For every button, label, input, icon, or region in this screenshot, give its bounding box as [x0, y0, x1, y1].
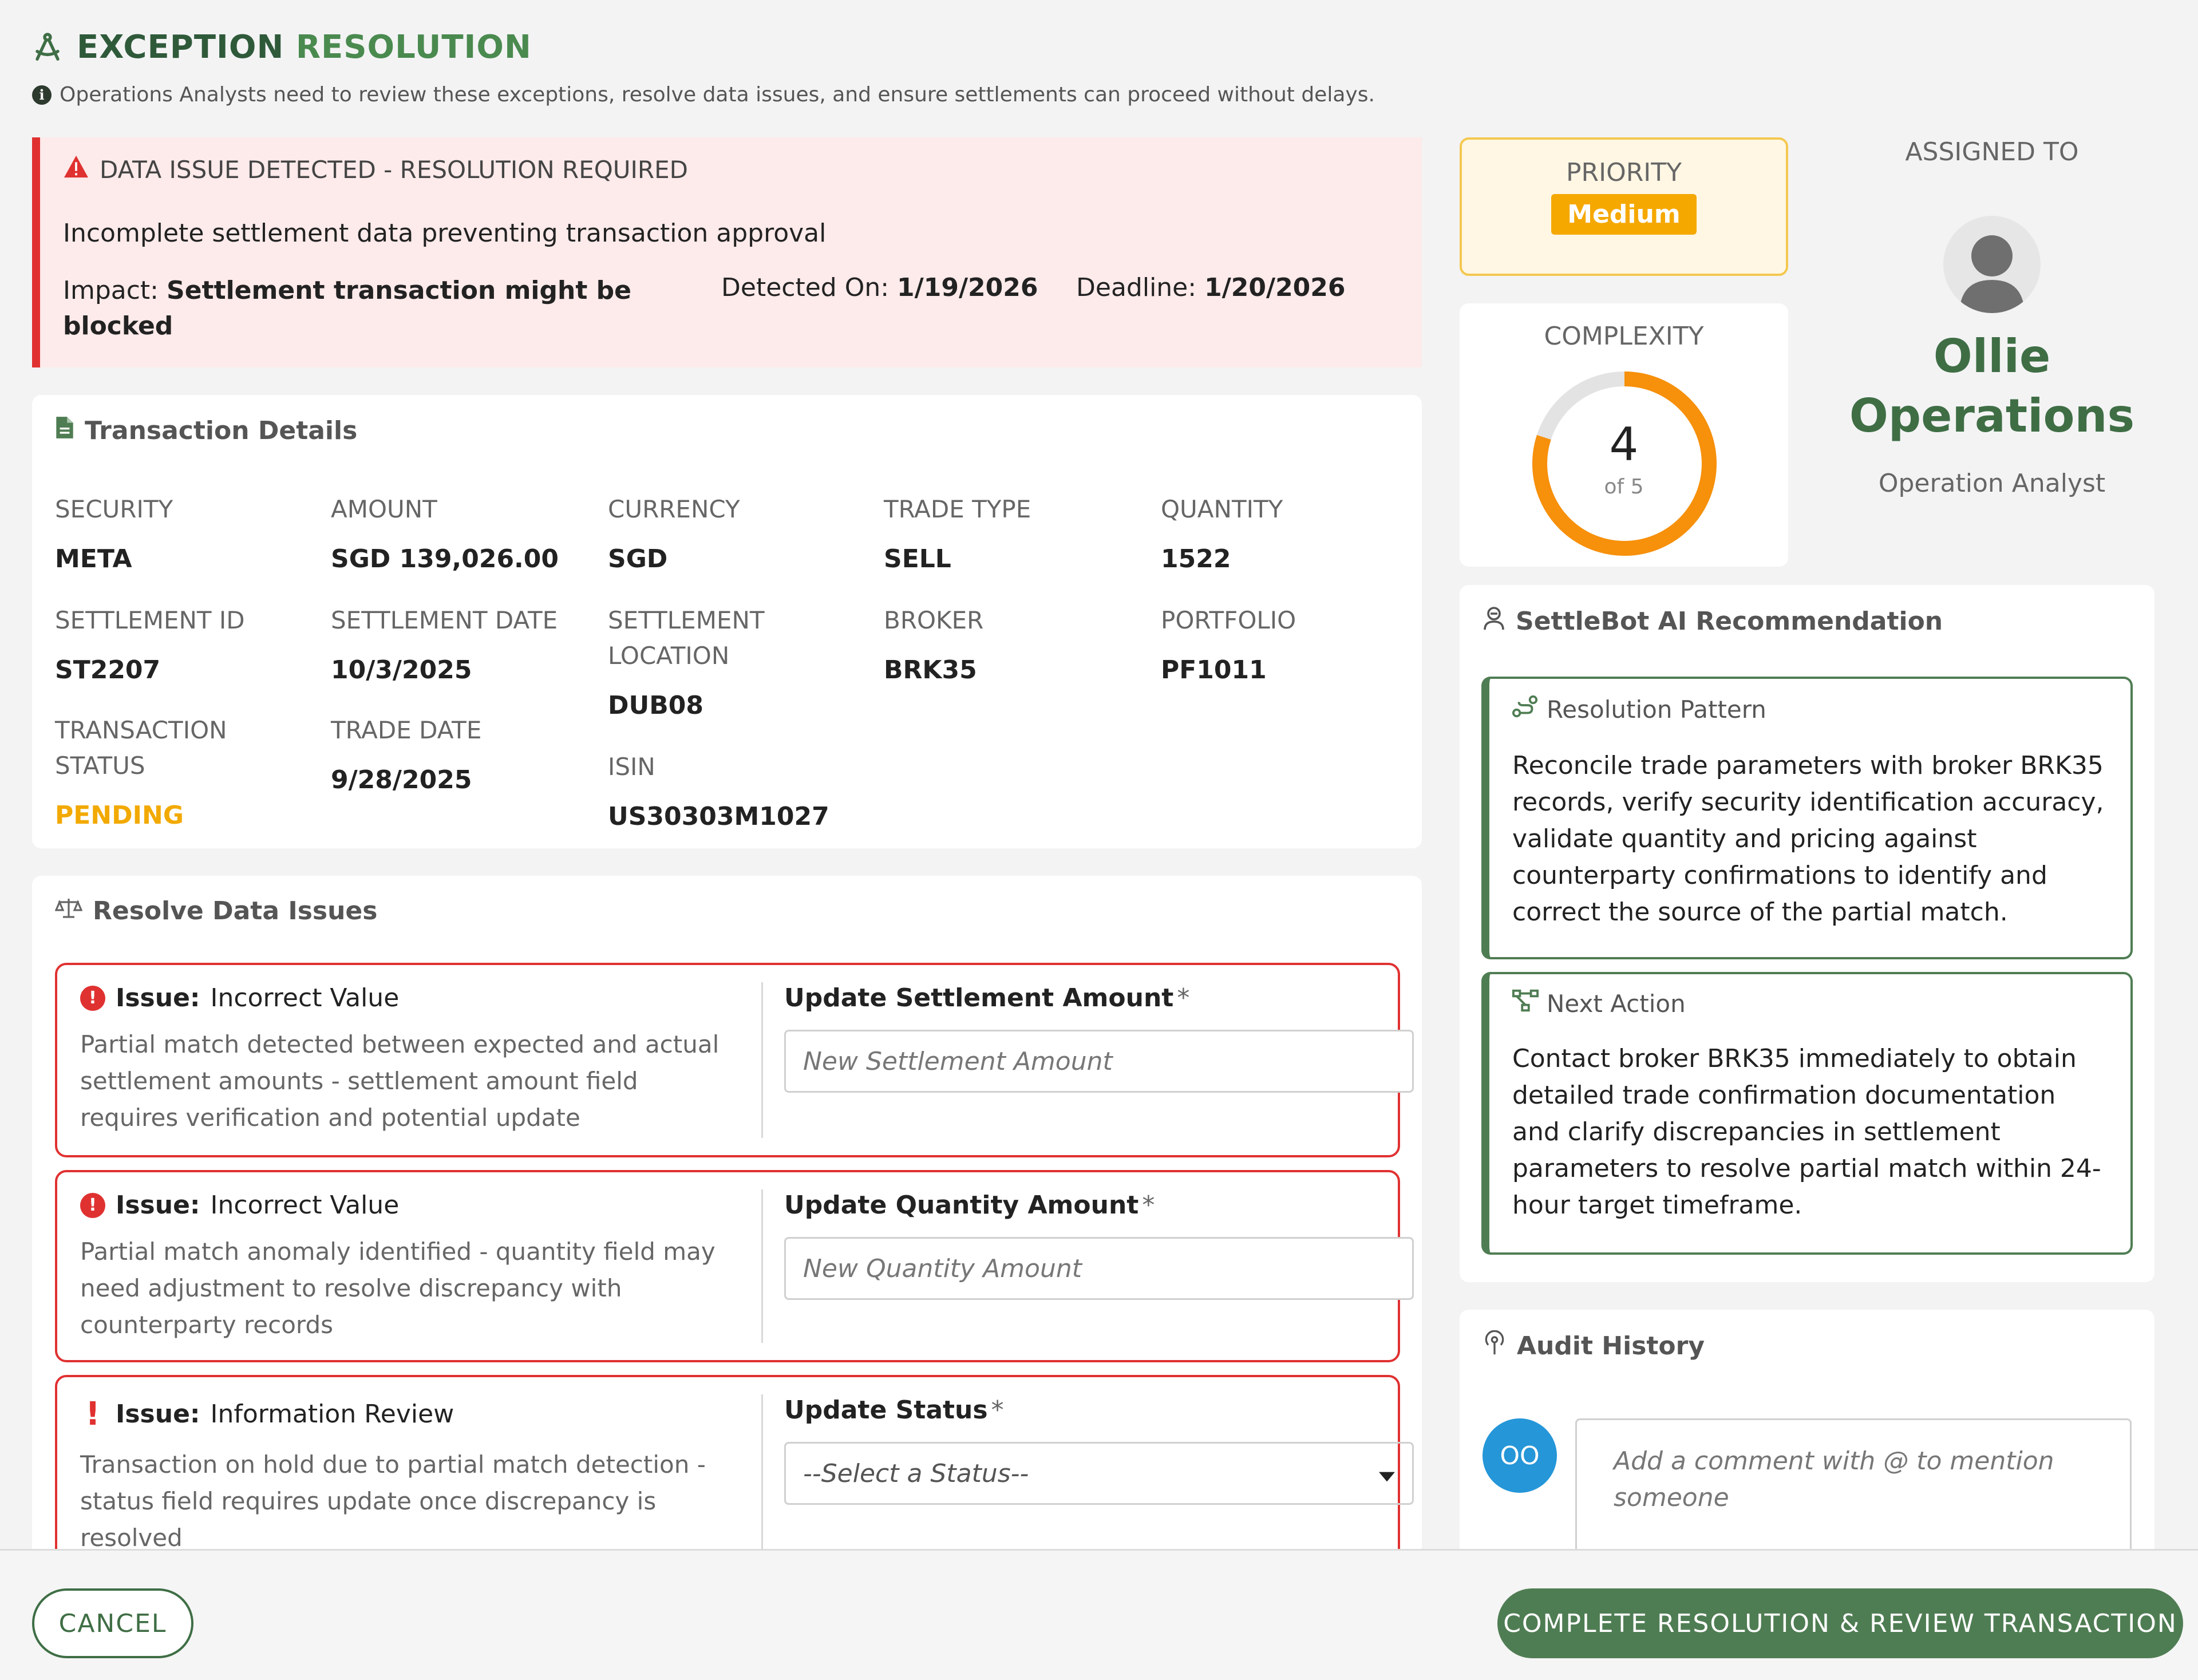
- resolve-title: Resolve Data Issues: [93, 896, 378, 926]
- settlement-amount-input[interactable]: [784, 1030, 1414, 1093]
- divider: [761, 1189, 763, 1343]
- audit-history-title: Audit History: [1517, 1331, 1705, 1361]
- page-header: EXCEPTION RESOLUTION i Operations Analys…: [32, 29, 1375, 106]
- error-circle-icon: !: [80, 1192, 105, 1218]
- field-quantity: QUANTITY 1522: [1161, 495, 1283, 574]
- issue-card-status: ! Issue: Information Review Transaction …: [55, 1375, 1414, 1563]
- field-currency: CURRENCY SGD: [608, 495, 740, 574]
- broadcast-icon: [1483, 1330, 1507, 1362]
- page-title: EXCEPTION RESOLUTION: [77, 29, 532, 66]
- status-badge: PENDING: [55, 801, 184, 830]
- complexity-label: COMPLEXITY: [1544, 322, 1704, 351]
- status-label: Update Status *: [784, 1396, 1004, 1425]
- balance-scale-icon: [54, 896, 83, 926]
- complete-resolution-button[interactable]: COMPLETE RESOLUTION & REVIEW TRANSACTION: [1497, 1588, 2183, 1658]
- resolution-pattern-text: Reconcile trade parameters with broker B…: [1512, 751, 2104, 927]
- alert-impact: Impact: Settlement transaction might be …: [63, 276, 632, 341]
- next-action-title: Next Action: [1547, 989, 1686, 1018]
- alert-detected-on: Detected On: 1/19/2026: [721, 273, 1038, 302]
- assignee-name: Ollie Operations: [1849, 330, 2135, 442]
- page-subtitle: Operations Analysts need to review these…: [60, 83, 1375, 106]
- issue-type: Information Review: [210, 1400, 454, 1429]
- caret-down-icon: [1379, 1459, 1395, 1488]
- complexity-card: COMPLEXITY 4 of 5: [1460, 303, 1788, 567]
- issue-card-settlement-amount: ! Issue: Incorrect Value Partial match d…: [55, 963, 1414, 1157]
- cancel-button[interactable]: CANCEL: [32, 1588, 193, 1658]
- settlement-amount-label: Update Settlement Amount *: [784, 983, 1190, 1013]
- issue-description: Partial match anomaly identified - quant…: [80, 1238, 715, 1339]
- field-portfolio: PORTFOLIO PF1011: [1161, 606, 1296, 685]
- priority-card: PRIORITY Medium: [1460, 137, 1788, 276]
- resolution-pattern-title: Resolution Pattern: [1547, 695, 1766, 724]
- settlebot-card: SettleBot AI Recommendation Resolution P…: [1460, 585, 2154, 1282]
- issue-card-quantity: ! Issue: Incorrect Value Partial match a…: [55, 1170, 1414, 1362]
- document-icon: [55, 416, 74, 446]
- assignee-role: Operation Analyst: [1878, 469, 2106, 498]
- alert-deadline: Deadline: 1/20/2026: [1076, 273, 1346, 302]
- divider: [761, 1394, 763, 1563]
- robot-icon: [1483, 606, 1505, 637]
- route-icon: [1512, 694, 1539, 725]
- assigned-to: ASSIGNED TO Ollie Operations Operation A…: [1820, 137, 2164, 498]
- alert-heading: DATA ISSUE DETECTED - RESOLUTION REQUIRE…: [100, 155, 688, 184]
- field-trade-type: TRADE TYPE SELL: [884, 495, 1031, 574]
- issue-description: Partial match detected between expected …: [80, 1030, 720, 1132]
- field-trade-date: TRADE DATE 9/28/2025: [331, 716, 482, 794]
- next-action-card: Next Action Contact broker BRK35 immedia…: [1481, 972, 2133, 1255]
- data-issue-alert: DATA ISSUE DETECTED - RESOLUTION REQUIRE…: [32, 137, 1422, 367]
- issue-description: Transaction on hold due to partial match…: [80, 1450, 706, 1552]
- avatar: OO: [1483, 1418, 1557, 1493]
- footer-bar: CANCEL COMPLETE RESOLUTION & REVIEW TRAN…: [0, 1549, 2198, 1680]
- info-icon: i: [32, 85, 52, 105]
- divider: [761, 982, 763, 1138]
- transaction-details-card: Transaction Details SECURITY META AMOUNT S…: [32, 395, 1422, 848]
- alert-description: Incomplete settlement data preventing tr…: [63, 219, 827, 248]
- status-select[interactable]: --Select a Status--: [784, 1442, 1414, 1505]
- exclamation-icon: !: [85, 1396, 100, 1433]
- resolution-pattern-card: Resolution Pattern Reconcile trade param…: [1481, 677, 2133, 959]
- field-transaction-status: TRANSACTION STATUS PENDING: [55, 713, 261, 830]
- comment-input[interactable]: Add a comment with @ to mention someone: [1575, 1418, 2132, 1556]
- issue-type: Incorrect Value: [210, 1191, 400, 1220]
- field-amount: AMOUNT SGD 139,026.00: [331, 495, 559, 574]
- transaction-details-title: Transaction Details: [85, 416, 358, 445]
- priority-badge: Medium: [1551, 194, 1697, 235]
- field-settlement-id: SETTLEMENT ID ST2207: [55, 606, 245, 685]
- field-settlement-date: SETTLEMENT DATE 10/3/2025: [331, 606, 558, 685]
- complexity-value: 4: [1609, 418, 1639, 471]
- complexity-max: of 5: [1604, 475, 1644, 499]
- resolve-data-issues-card: Resolve Data Issues ! Issue: Incorrect V…: [32, 876, 1422, 1563]
- compass-drafting-icon: [32, 32, 63, 63]
- field-broker: BROKER BRK35: [884, 606, 984, 685]
- field-security: SECURITY META: [55, 495, 173, 574]
- field-settlement-location: SETTLEMENT LOCATION DUB08: [608, 606, 765, 720]
- field-isin: ISIN US30303M1027: [608, 753, 829, 831]
- warning-triangle-icon: [63, 155, 89, 184]
- user-silhouette-icon: [1959, 235, 2025, 313]
- next-action-text: Contact broker BRK35 immediately to obta…: [1512, 1044, 2101, 1220]
- error-circle-icon: !: [80, 985, 105, 1011]
- audit-history-card: Audit History OO Add a comment with @ to…: [1460, 1310, 2154, 1579]
- settlebot-title: SettleBot AI Recommendation: [1516, 607, 1943, 636]
- assigned-label: ASSIGNED TO: [1905, 137, 2079, 167]
- avatar: [1943, 216, 2041, 313]
- workflow-icon: [1512, 989, 1539, 1018]
- quantity-amount-label: Update Quantity Amount *: [784, 1191, 1155, 1220]
- issue-type: Incorrect Value: [210, 983, 400, 1013]
- priority-label: PRIORITY: [1566, 158, 1682, 187]
- quantity-amount-input[interactable]: [784, 1237, 1414, 1300]
